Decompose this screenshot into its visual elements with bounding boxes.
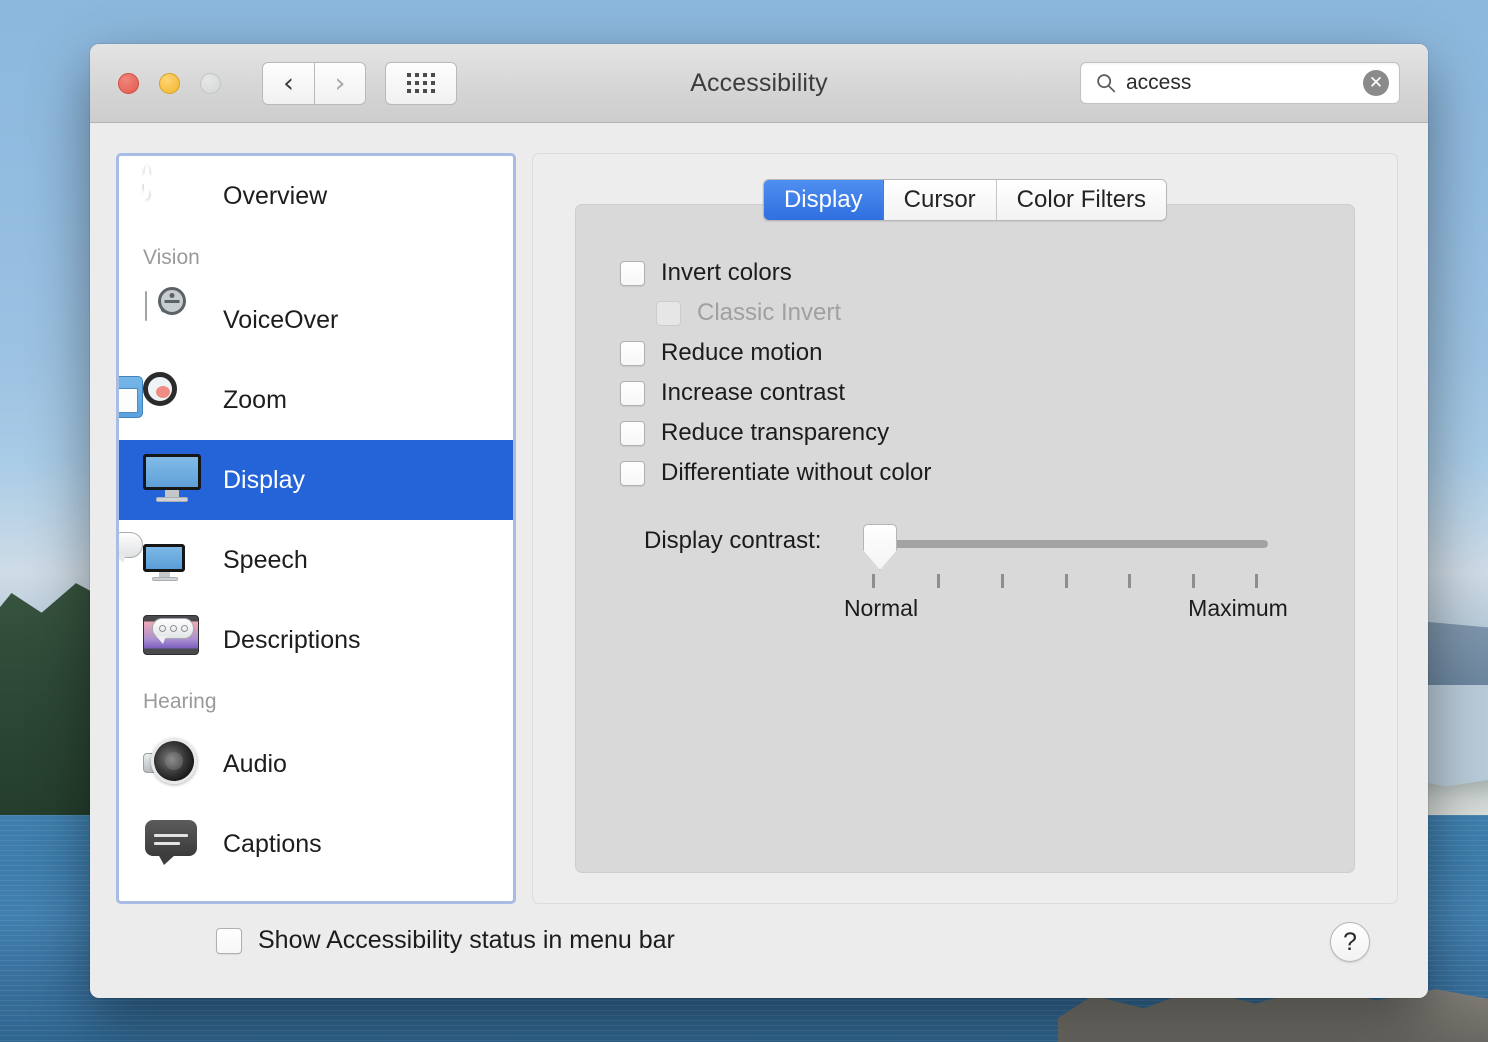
sidebar-item-overview[interactable]: Overview xyxy=(119,156,513,236)
checkbox-label: Invert colors xyxy=(661,259,792,286)
slider-tick xyxy=(1065,574,1068,588)
sidebar-group-vision: Vision xyxy=(143,246,200,269)
close-button[interactable] xyxy=(118,72,139,94)
slider-tick xyxy=(1192,574,1195,588)
reduce-transparency-checkbox[interactable] xyxy=(620,420,645,446)
show-status-in-menu-bar-checkbox[interactable] xyxy=(216,927,242,954)
sidebar-item-zoom[interactable]: Zoom xyxy=(119,360,513,440)
slider-tick xyxy=(872,574,875,588)
reduce-motion-checkbox[interactable] xyxy=(620,340,645,366)
sidebar-item-label: Overview xyxy=(223,181,328,210)
accessibility-feature-list[interactable]: Overview Vision 🔈 VoiceOver Zoom xyxy=(116,153,516,904)
slider-tick xyxy=(1128,574,1131,588)
descriptions-icon xyxy=(141,612,201,668)
sidebar-item-label: Captions xyxy=(223,829,322,858)
sidebar-item-label: Display xyxy=(223,465,305,494)
tab-color-filters[interactable]: Color Filters xyxy=(996,180,1167,220)
increase-contrast-checkbox[interactable] xyxy=(620,380,645,406)
voiceover-icon: 🔈 xyxy=(141,287,201,348)
slider-max-label: Maximum xyxy=(1188,595,1288,621)
minimize-button[interactable] xyxy=(159,72,180,94)
zoom-magnifier-icon xyxy=(119,372,201,428)
show-status-in-menu-bar-row[interactable]: Show Accessibility status in menu bar xyxy=(216,926,675,955)
accessibility-overview-icon xyxy=(132,165,201,224)
display-contrast-slider-group: Display contrast: Normal Maximum xyxy=(576,519,1354,629)
sidebar-item-captions[interactable]: Captions xyxy=(119,804,513,884)
window-titlebar: ‹ › Accessibility access ✕ xyxy=(90,44,1428,123)
slider-tick xyxy=(1001,574,1004,588)
captions-icon xyxy=(141,816,201,872)
checkbox-row-increase-contrast[interactable]: Increase contrast xyxy=(620,373,1354,413)
slider-tick xyxy=(1255,574,1258,588)
sidebar-item-label: Audio xyxy=(223,749,287,778)
display-contrast-label: Display contrast: xyxy=(644,527,822,554)
checkbox-row-classic-invert: Classic Invert xyxy=(656,293,1354,333)
checkbox-row-invert-colors[interactable]: Invert colors xyxy=(620,253,1354,293)
desktop-wallpaper: ‹ › Accessibility access ✕ Overview Visi… xyxy=(0,0,1488,1042)
checkbox-row-reduce-transparency[interactable]: Reduce transparency xyxy=(620,413,1354,453)
navigation-buttons: ‹ › xyxy=(262,61,366,105)
checkbox-label: Classic Invert xyxy=(697,299,842,326)
sidebar-item-speech[interactable]: Speech xyxy=(119,520,513,600)
forward-button[interactable]: › xyxy=(314,61,366,105)
sidebar-item-audio[interactable]: Audio xyxy=(119,724,513,804)
differentiate-without-color-checkbox[interactable] xyxy=(620,460,645,486)
sidebar-item-voiceover[interactable]: 🔈 VoiceOver xyxy=(119,280,513,360)
sidebar-item-label: Speech xyxy=(223,545,308,574)
classic-invert-checkbox xyxy=(656,300,681,326)
window-body: Overview Vision 🔈 VoiceOver Zoom xyxy=(90,123,1428,904)
display-contrast-thumb[interactable] xyxy=(863,524,897,570)
checkbox-label: Reduce motion xyxy=(661,339,823,366)
clear-search-icon[interactable]: ✕ xyxy=(1363,70,1389,96)
display-settings-panel: Display Cursor Color Filters Invert colo… xyxy=(532,153,1398,904)
speaker-icon xyxy=(141,733,202,792)
chevron-left-icon: ‹ xyxy=(283,67,294,99)
checkbox-row-reduce-motion[interactable]: Reduce motion xyxy=(620,333,1354,373)
sidebar-item-label: Descriptions xyxy=(223,625,361,654)
sidebar-item-label: VoiceOver xyxy=(223,305,339,334)
display-monitor-icon xyxy=(141,452,201,508)
grid-dots-icon xyxy=(406,72,436,94)
invert-colors-checkbox[interactable] xyxy=(620,260,645,286)
back-button[interactable]: ‹ xyxy=(262,61,314,105)
search-field[interactable]: ✕ xyxy=(1080,62,1400,104)
accessibility-preferences-window: ‹ › Accessibility access ✕ Overview Visi… xyxy=(90,44,1428,998)
search-input[interactable] xyxy=(1126,71,1359,95)
tab-bar: Display Cursor Color Filters xyxy=(762,179,1168,221)
sidebar-item-display[interactable]: Display xyxy=(119,440,513,520)
show-all-button[interactable] xyxy=(385,61,457,105)
display-contrast-track[interactable] xyxy=(869,540,1268,548)
slider-tick xyxy=(937,574,940,588)
help-button[interactable]: ? xyxy=(1330,922,1370,962)
tab-cursor[interactable]: Cursor xyxy=(883,180,997,220)
sidebar-item-label: Zoom xyxy=(223,385,287,414)
search-icon xyxy=(1097,74,1116,93)
speech-bubble-monitor-icon xyxy=(119,532,201,588)
sidebar-item-descriptions[interactable]: Descriptions xyxy=(119,600,513,680)
checkbox-label: Reduce transparency xyxy=(661,419,890,446)
chevron-right-icon: › xyxy=(334,67,346,99)
zoom-button[interactable] xyxy=(200,72,221,94)
window-footer: Show Accessibility status in menu bar ? xyxy=(90,904,1428,998)
window-controls xyxy=(118,72,221,94)
checkbox-row-differentiate-without-color[interactable]: Differentiate without color xyxy=(620,453,1354,493)
checkbox-label: Show Accessibility status in menu bar xyxy=(258,926,675,954)
sidebar-group-hearing: Hearing xyxy=(143,690,217,713)
checkbox-label: Increase contrast xyxy=(661,379,846,406)
checkbox-label: Differentiate without color xyxy=(661,459,932,486)
slider-min-label: Normal xyxy=(843,595,919,621)
display-options-group: Invert colors Classic Invert Reduce moti… xyxy=(575,204,1355,873)
tab-display[interactable]: Display xyxy=(763,180,884,220)
